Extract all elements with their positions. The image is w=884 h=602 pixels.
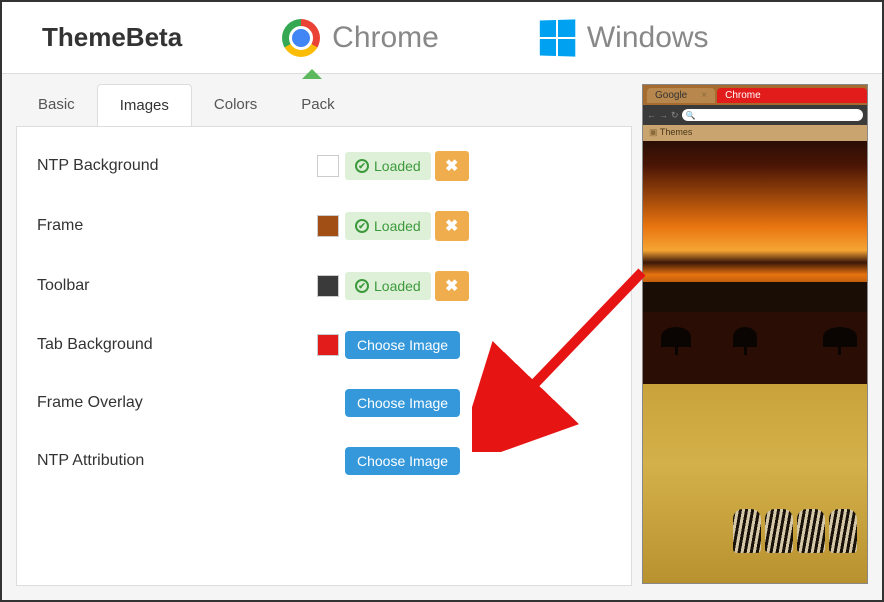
back-icon: ← (647, 110, 656, 120)
preview-toolbar: ← → ↻ 🔍 (643, 105, 867, 125)
row-label: NTP Background (37, 157, 317, 175)
row-frame: Frame ✔ Loaded ✖ (37, 211, 611, 241)
remove-button[interactable]: ✖ (435, 211, 469, 241)
favicon-icon: ▣ (649, 127, 660, 137)
status-loaded: ✔ Loaded (345, 152, 431, 180)
choose-image-button[interactable]: Choose Image (345, 331, 460, 359)
search-icon: 🔍 (686, 111, 696, 120)
preview-tab-label: Google (655, 90, 687, 101)
status-text: Loaded (374, 158, 421, 174)
images-panel: NTP Background ✔ Loaded ✖ Frame ✔ Loaded… (16, 126, 632, 586)
close-icon: ✖ (445, 156, 458, 176)
check-icon: ✔ (355, 279, 369, 293)
editor-pane: Basic Images Colors Pack NTP Background … (16, 84, 632, 586)
check-icon: ✔ (355, 219, 369, 233)
check-icon: ✔ (355, 159, 369, 173)
nav-chrome-label: Chrome (332, 21, 439, 55)
close-icon: × (701, 90, 707, 101)
content: Basic Images Colors Pack NTP Background … (2, 74, 882, 596)
close-icon: ✖ (445, 216, 458, 236)
row-ntp-background: NTP Background ✔ Loaded ✖ (37, 151, 611, 181)
theme-preview: Google × Chrome ← → ↻ 🔍 ▣ Themes (642, 84, 868, 584)
row-label: Frame (37, 217, 317, 235)
remove-button[interactable]: ✖ (435, 151, 469, 181)
row-frame-overlay: Frame Overlay Choose Image (37, 389, 611, 417)
tab-basic[interactable]: Basic (16, 84, 97, 126)
color-swatch[interactable] (317, 275, 339, 297)
preview-bookmarkbar: ▣ Themes (643, 125, 867, 141)
windows-icon (540, 19, 575, 56)
color-swatch[interactable] (317, 334, 339, 356)
row-toolbar: Toolbar ✔ Loaded ✖ (37, 271, 611, 301)
tab-images[interactable]: Images (97, 84, 192, 126)
preview-ntp-background (643, 141, 867, 583)
row-label: Tab Background (37, 336, 317, 354)
preview-tabstrip: Google × Chrome (643, 85, 867, 105)
preview-tab-inactive: Chrome (717, 88, 867, 103)
close-icon: ✖ (445, 276, 458, 296)
row-tab-background: Tab Background Choose Image (37, 331, 611, 359)
bookmark-label: Themes (660, 127, 693, 137)
nav-windows-label: Windows (587, 21, 709, 55)
remove-button[interactable]: ✖ (435, 271, 469, 301)
preview-tab-active: Google × (647, 88, 715, 103)
tabs: Basic Images Colors Pack (16, 84, 632, 126)
tab-colors[interactable]: Colors (192, 84, 279, 126)
choose-image-button[interactable]: Choose Image (345, 389, 460, 417)
color-swatch[interactable] (317, 155, 339, 177)
row-label: NTP Attribution (37, 452, 317, 470)
reload-icon: ↻ (671, 110, 679, 121)
forward-icon: → (659, 110, 668, 120)
header: ThemeBeta Chrome Windows (2, 2, 882, 74)
row-label: Toolbar (37, 277, 317, 295)
chrome-icon (282, 19, 320, 57)
tab-pack[interactable]: Pack (279, 84, 356, 126)
color-swatch[interactable] (317, 215, 339, 237)
status-loaded: ✔ Loaded (345, 272, 431, 300)
nav-windows[interactable]: Windows (539, 20, 709, 56)
status-text: Loaded (374, 218, 421, 234)
row-ntp-attribution: NTP Attribution Choose Image (37, 447, 611, 475)
nav-chrome[interactable]: Chrome (282, 19, 439, 57)
preview-tab-label: Chrome (725, 90, 761, 101)
row-label: Frame Overlay (37, 394, 317, 412)
status-loaded: ✔ Loaded (345, 212, 431, 240)
preview-addressbar: 🔍 (682, 109, 863, 121)
choose-image-button[interactable]: Choose Image (345, 447, 460, 475)
status-text: Loaded (374, 278, 421, 294)
brand-logo[interactable]: ThemeBeta (42, 22, 182, 53)
